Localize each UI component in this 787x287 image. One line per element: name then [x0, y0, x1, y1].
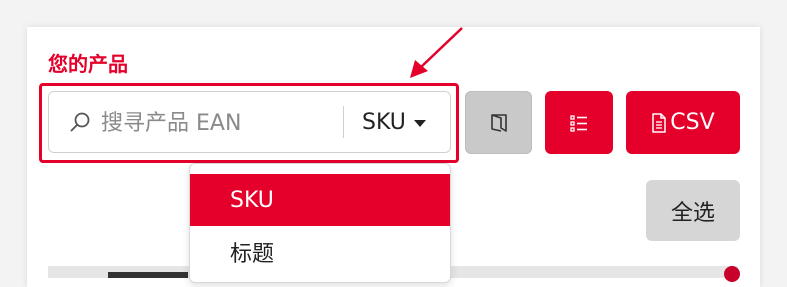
file-icon: [652, 112, 667, 133]
dropdown-item-sku[interactable]: SKU: [190, 174, 450, 226]
export-csv-label: CSV: [670, 110, 715, 135]
columns-button[interactable]: [465, 91, 532, 154]
annotation-arrow-icon: [410, 27, 463, 78]
table-header-fragment: [108, 272, 188, 278]
select-all-button[interactable]: 全选: [646, 180, 740, 241]
columns-icon: [490, 113, 507, 132]
search-field-dropdown: SKU 标题: [189, 163, 451, 283]
status-dot: [724, 266, 740, 282]
dropdown-item-title[interactable]: 标题: [190, 226, 450, 278]
annotation-highlight-box: [39, 83, 459, 163]
list-icon: [570, 114, 587, 132]
list-view-button[interactable]: [545, 91, 613, 154]
export-csv-button[interactable]: CSV: [626, 91, 740, 154]
section-title: 您的产品: [48, 52, 128, 76]
